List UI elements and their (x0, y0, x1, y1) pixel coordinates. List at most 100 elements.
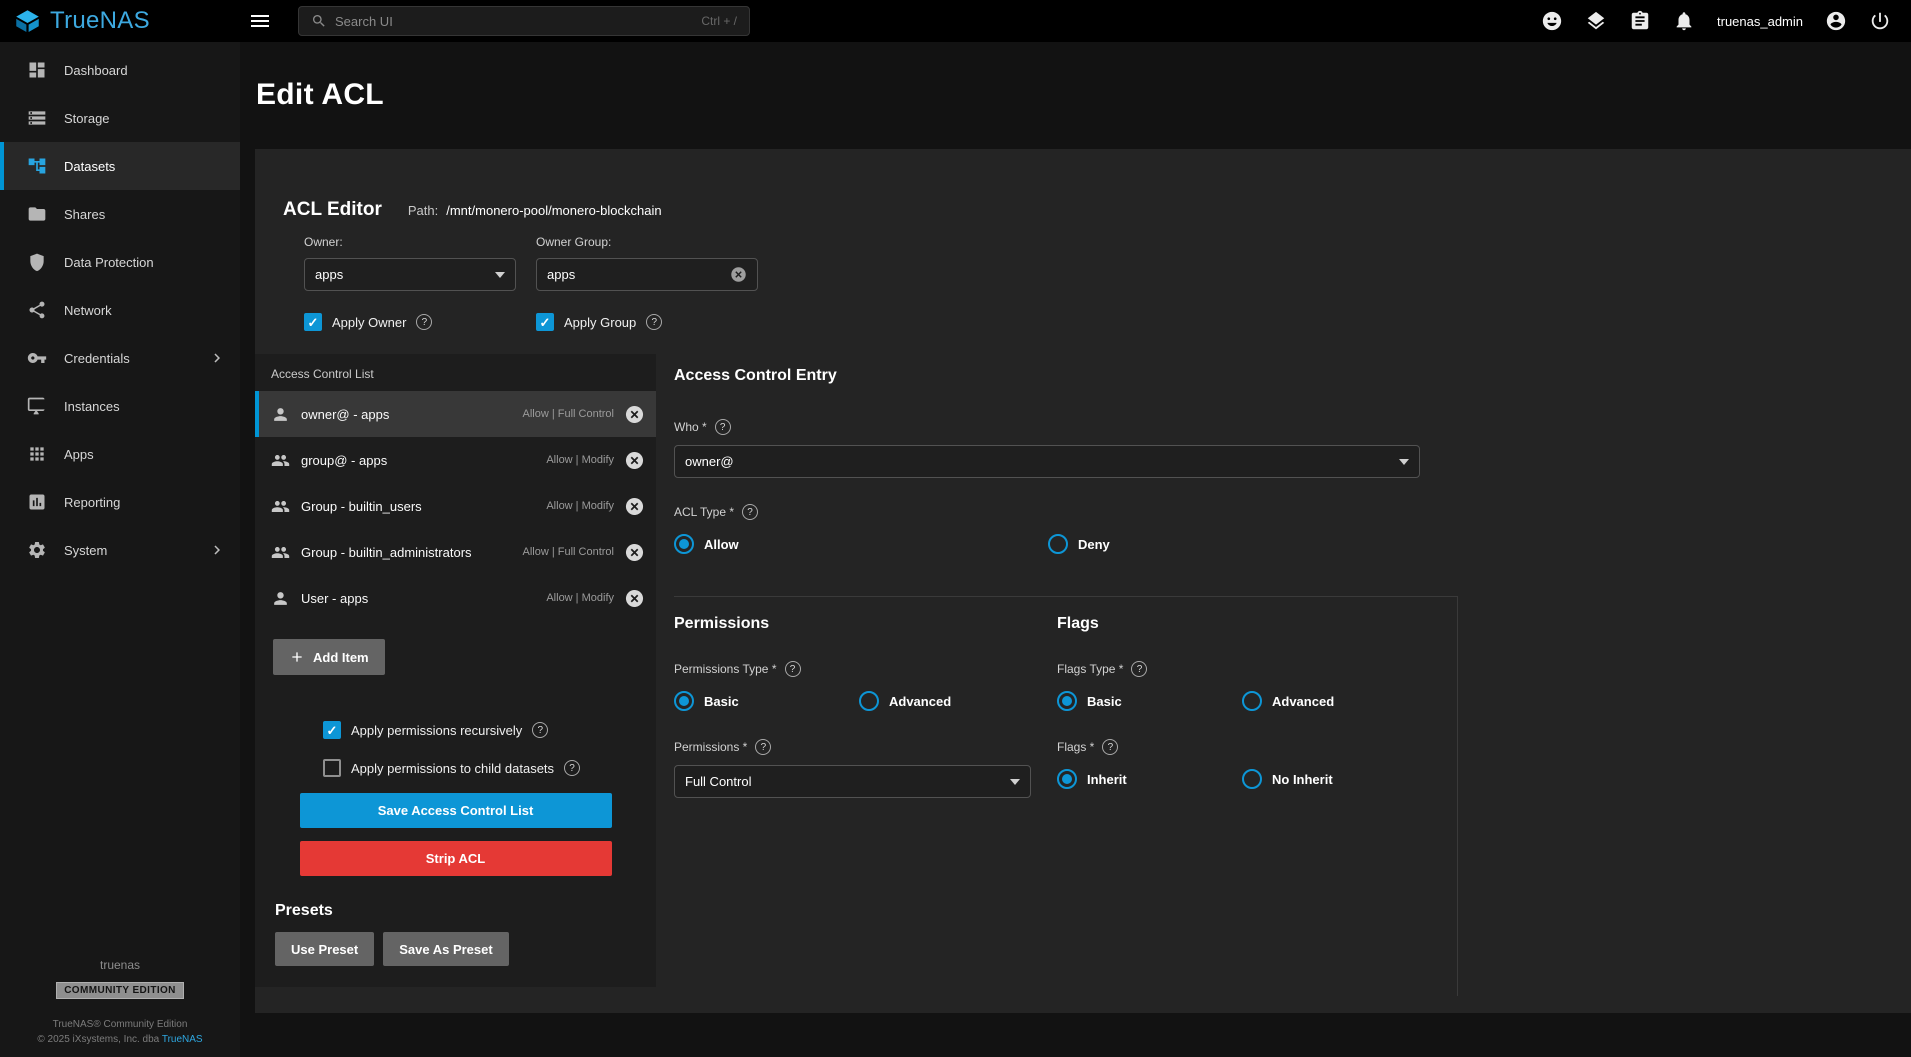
permissions-select[interactable]: Full Control (674, 765, 1031, 798)
help-icon[interactable] (416, 314, 432, 330)
acl-entry-perms: Allow | Modify (546, 500, 614, 512)
sidebar-item-network[interactable]: Network (0, 286, 240, 334)
permissions-label: Permissions * (674, 740, 747, 754)
help-icon[interactable] (755, 739, 771, 755)
sidebar-item-data-protection[interactable]: Data Protection (0, 238, 240, 286)
use-preset-button[interactable]: Use Preset (275, 932, 374, 966)
layers-icon[interactable] (1585, 10, 1607, 32)
group-icon (271, 451, 290, 470)
save-acl-button[interactable]: Save Access Control List (300, 793, 612, 828)
help-icon[interactable] (1131, 661, 1147, 677)
truenas-link[interactable]: TrueNAS (162, 1034, 203, 1045)
radio-option-allow[interactable]: Allow (674, 534, 1048, 554)
radio-option-advanced[interactable]: Advanced (859, 691, 1044, 711)
main-content: Edit ACL ACL Editor Path: /mnt/monero-po… (240, 42, 1911, 1057)
help-icon[interactable] (532, 722, 548, 738)
acl-entry-row[interactable]: User - apps Allow | Modify (255, 575, 656, 621)
notifications-bell-icon[interactable] (1673, 10, 1695, 32)
sidebar-item-system[interactable]: System (0, 526, 240, 574)
clear-icon[interactable] (730, 266, 747, 283)
search-box: Ctrl + / (298, 6, 750, 36)
owner-select[interactable]: apps (304, 258, 516, 291)
jobs-clipboard-icon[interactable] (1629, 10, 1651, 32)
remove-entry-icon[interactable] (625, 497, 644, 516)
help-icon[interactable] (1102, 739, 1118, 755)
radio-option-no-inherit[interactable]: No Inherit (1242, 769, 1427, 789)
apps-grid-icon (27, 444, 47, 464)
who-select[interactable]: owner@ (674, 445, 1420, 478)
owner-group-label: Owner Group: (536, 235, 758, 249)
power-icon[interactable] (1869, 10, 1891, 32)
sidebar-item-instances[interactable]: Instances (0, 382, 240, 430)
chevron-down-icon (495, 272, 505, 278)
who-label-row: Who * (674, 419, 1885, 435)
radio-icon (1048, 534, 1068, 554)
acl-entry-row[interactable]: Group - builtin_users Allow | Modify (255, 483, 656, 529)
sidebar-item-apps[interactable]: Apps (0, 430, 240, 478)
sidebar-item-label: Reporting (64, 495, 120, 510)
sidebar-item-reporting[interactable]: Reporting (0, 478, 240, 526)
child-datasets-checkbox[interactable] (323, 759, 341, 777)
chevron-right-icon (208, 541, 226, 559)
remove-entry-icon[interactable] (625, 405, 644, 424)
user-icon (271, 405, 290, 424)
acl-entry-name: owner@ - apps (301, 407, 512, 422)
child-datasets-checkbox-row: Apply permissions to child datasets (323, 759, 656, 777)
path-value: /mnt/monero-pool/monero-blockchain (446, 203, 661, 218)
sidebar-item-label: Datasets (64, 159, 115, 174)
monitor-icon (27, 396, 47, 416)
datasets-tree-icon (27, 156, 47, 176)
brand-logo[interactable]: TrueNAS (0, 7, 240, 35)
ace-heading: Access Control Entry (674, 367, 1885, 385)
help-icon[interactable] (785, 661, 801, 677)
feedback-smiley-icon[interactable] (1541, 10, 1563, 32)
acl-entry-row[interactable]: Group - builtin_administrators Allow | F… (255, 529, 656, 575)
permissions-type-label-row: Permissions Type * (674, 661, 1057, 677)
username-label[interactable]: truenas_admin (1717, 14, 1803, 29)
radio-option-basic[interactable]: Basic (1057, 691, 1242, 711)
acl-editor-card: ACL Editor Path: /mnt/monero-pool/monero… (255, 149, 1911, 1013)
radio-option-inherit[interactable]: Inherit (1057, 769, 1242, 789)
acl-entry-row[interactable]: owner@ - apps Allow | Full Control (255, 391, 656, 437)
account-circle-icon[interactable] (1825, 10, 1847, 32)
radio-label: Advanced (1272, 694, 1334, 709)
acl-entry-row[interactable]: group@ - apps Allow | Modify (255, 437, 656, 483)
remove-entry-icon[interactable] (625, 451, 644, 470)
help-icon[interactable] (646, 314, 662, 330)
remove-entry-icon[interactable] (625, 589, 644, 608)
help-icon[interactable] (564, 760, 580, 776)
save-as-preset-button[interactable]: Save As Preset (383, 932, 508, 966)
radio-label: No Inherit (1272, 772, 1333, 787)
sidebar-item-dashboard[interactable]: Dashboard (0, 46, 240, 94)
strip-acl-button[interactable]: Strip ACL (300, 841, 612, 876)
footer-copyright-line: © 2025 iXsystems, Inc. dba TrueNAS (37, 1034, 202, 1045)
sidebar-item-credentials[interactable]: Credentials (0, 334, 240, 382)
owner-group-input[interactable]: apps (536, 258, 758, 291)
permissions-label-row: Permissions * (674, 739, 1057, 755)
apply-group-checkbox[interactable] (536, 313, 554, 331)
apply-owner-checkbox[interactable] (304, 313, 322, 331)
sidebar-item-label: Storage (64, 111, 110, 126)
radio-option-deny[interactable]: Deny (1048, 534, 1110, 554)
recursive-checkbox[interactable] (323, 721, 341, 739)
edition-badge: COMMUNITY EDITION (56, 982, 184, 999)
acl-type-label: ACL Type * (674, 505, 734, 519)
hamburger-menu-icon[interactable] (248, 9, 272, 33)
radio-icon (1242, 769, 1262, 789)
sidebar-item-shares[interactable]: Shares (0, 190, 240, 238)
radio-icon (1057, 691, 1077, 711)
radio-icon (859, 691, 879, 711)
help-icon[interactable] (715, 419, 731, 435)
radio-option-advanced[interactable]: Advanced (1242, 691, 1427, 711)
add-item-button[interactable]: Add Item (273, 639, 385, 675)
remove-entry-icon[interactable] (625, 543, 644, 562)
sidebar-item-storage[interactable]: Storage (0, 94, 240, 142)
help-icon[interactable] (742, 504, 758, 520)
shares-folder-icon (27, 204, 47, 224)
owner-group-value: apps (547, 267, 722, 282)
acl-entry-name: Group - builtin_users (301, 499, 535, 514)
radio-option-basic[interactable]: Basic (674, 691, 859, 711)
search-input[interactable] (335, 14, 693, 29)
sidebar-item-datasets[interactable]: Datasets (0, 142, 240, 190)
acl-editor-header: ACL Editor Path: /mnt/monero-pool/monero… (283, 199, 662, 221)
